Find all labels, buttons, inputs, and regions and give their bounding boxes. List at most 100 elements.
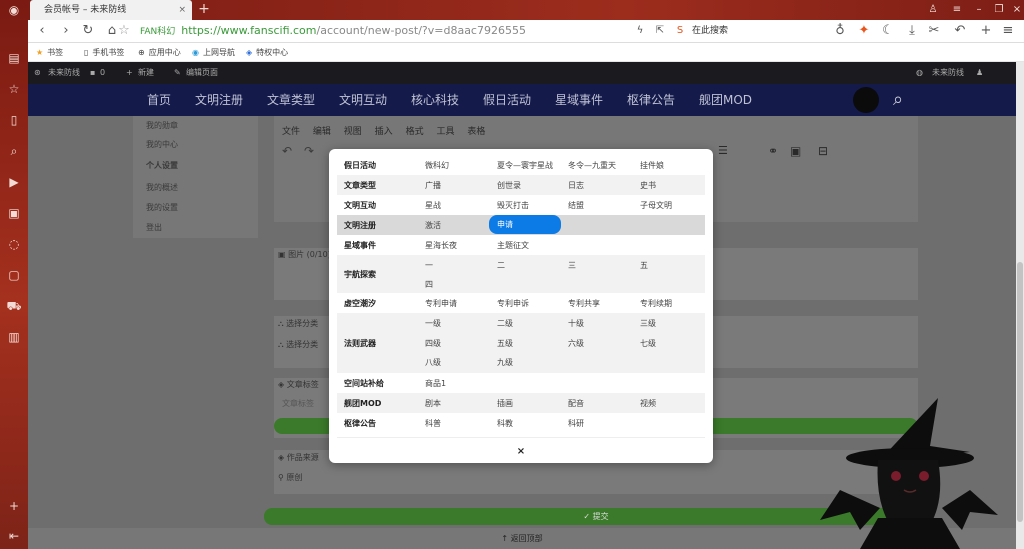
new-tab-button[interactable]: + <box>196 0 212 20</box>
game-icon[interactable]: ✦ <box>856 23 872 39</box>
nav-item[interactable]: 舰团MOD <box>699 84 752 116</box>
sidebar-item[interactable]: 我的设置 <box>146 202 178 213</box>
category-option[interactable]: 一级 <box>425 318 441 329</box>
menu-file[interactable]: 文件 <box>282 127 300 137</box>
window-close-icon[interactable]: × <box>1008 2 1024 18</box>
tag-input[interactable]: 文章标签 <box>282 398 314 409</box>
category-option[interactable]: 七级 <box>640 338 656 349</box>
category-option[interactable]: 科普 <box>425 418 441 429</box>
sidebar-item[interactable]: 我的概述 <box>146 182 178 193</box>
menu-format[interactable]: 格式 <box>406 127 424 137</box>
nav-item[interactable]: 假日活动 <box>483 84 531 116</box>
add-icon[interactable]: + <box>6 498 22 514</box>
category-option[interactable]: 三 <box>568 260 576 271</box>
box-icon[interactable]: ▢ <box>6 267 22 283</box>
category-option[interactable]: 视频 <box>640 398 656 409</box>
category-option[interactable]: 配音 <box>568 398 584 409</box>
category-option[interactable]: 专利共享 <box>568 298 600 309</box>
scrollbar-thumb[interactable] <box>1017 262 1023 522</box>
category-option[interactable]: 激活 <box>425 220 441 231</box>
category-option[interactable]: 科研 <box>568 418 584 429</box>
add-icon[interactable]: + <box>978 23 994 39</box>
nav-item[interactable]: 枢律公告 <box>627 84 675 116</box>
close-icon[interactable]: × <box>515 446 527 458</box>
avatar-icon[interactable]: ♟ <box>976 62 983 84</box>
category-option[interactable]: 挂件娘 <box>640 160 664 171</box>
bookmark-item[interactable]: ⊕ 应用中心 <box>138 43 181 62</box>
bookmark-item[interactable]: ▯ 手机书签 <box>84 43 124 62</box>
video-icon[interactable]: ▶ <box>6 174 22 190</box>
category-field[interactable]: ⛬ 选择分类 <box>278 339 318 350</box>
category-option[interactable]: 插画 <box>497 398 513 409</box>
browser-logo-icon[interactable]: ◉ <box>6 2 22 18</box>
share-icon[interactable]: ⇱ <box>652 23 668 39</box>
wp-edit-link[interactable]: 编辑页面 <box>186 62 218 84</box>
category-option[interactable]: 结盟 <box>568 200 584 211</box>
menu-icon[interactable]: ≡ <box>948 2 966 18</box>
comment-icon[interactable]: ▪ <box>90 62 95 84</box>
tab-close-icon[interactable]: × <box>178 0 186 20</box>
sidebar-item[interactable]: 个人设置 <box>146 160 178 171</box>
site-logo[interactable] <box>853 87 879 113</box>
nav-item[interactable]: 核心科技 <box>411 84 459 116</box>
category-option[interactable]: 夏令—寰宇星战 <box>497 160 553 171</box>
nav-item[interactable]: 文明互动 <box>339 84 387 116</box>
document-icon[interactable]: ▥ <box>6 329 22 345</box>
back-icon[interactable]: ‹ <box>34 23 50 39</box>
list-icon[interactable]: ☰ <box>718 144 728 157</box>
category-option[interactable]: 十级 <box>568 318 584 329</box>
menu-tools[interactable]: 工具 <box>436 127 454 137</box>
category-option[interactable]: 五 <box>640 260 648 271</box>
comment-count[interactable]: 0 <box>100 62 105 84</box>
search-icon[interactable]: ⌕ <box>6 143 22 159</box>
category-option[interactable]: 专利申请 <box>425 298 457 309</box>
sidebar-item[interactable]: 我的勋章 <box>146 120 178 131</box>
search-engine-icon[interactable]: S <box>672 23 688 39</box>
redo-icon[interactable]: ↷ <box>304 144 314 158</box>
wp-logo-icon[interactable]: ⊛ <box>34 62 41 84</box>
search-icon[interactable]: ⌕ <box>886 88 910 112</box>
nav-item[interactable]: 星域事件 <box>555 84 603 116</box>
scissors-icon[interactable]: ✂ <box>926 23 942 39</box>
cart-icon[interactable]: ⛟ <box>6 298 22 314</box>
live-icon[interactable]: ▣ <box>6 205 22 221</box>
category-option[interactable]: 八级 <box>425 357 441 368</box>
notes-icon[interactable]: ▤ <box>6 50 22 66</box>
category-option[interactable]: 主题征文 <box>497 240 529 251</box>
category-option[interactable]: 剧本 <box>425 398 441 409</box>
category-option[interactable]: 二 <box>497 260 505 271</box>
category-option[interactable]: 专利申诉 <box>497 298 529 309</box>
nav-item[interactable]: 文明注册 <box>195 84 243 116</box>
nav-item[interactable]: 文章类型 <box>267 84 315 116</box>
scrollbar[interactable] <box>1016 62 1024 549</box>
category-option[interactable]: 星战 <box>425 200 441 211</box>
sidebar-item[interactable]: 登出 <box>146 222 162 233</box>
menu-insert[interactable]: 插入 <box>375 127 393 137</box>
restore-icon[interactable]: ❐ <box>990 2 1008 18</box>
chat-icon[interactable]: ◌ <box>6 236 22 252</box>
category-option[interactable]: 广播 <box>425 180 441 191</box>
bulb-icon[interactable]: ♁ <box>832 23 848 39</box>
wp-site-name[interactable]: 未来防线 <box>48 62 80 84</box>
refresh-icon[interactable]: ↻ <box>80 23 96 39</box>
category-option[interactable]: 日志 <box>568 180 584 191</box>
category-option[interactable]: 微科幻 <box>425 160 449 171</box>
category-option[interactable]: 一 <box>425 260 433 271</box>
address-bar[interactable]: FAN科幻 https://www.fanscifi.com/account/ne… <box>136 23 656 39</box>
menu-view[interactable]: 视图 <box>344 127 362 137</box>
category-option[interactable]: 五级 <box>497 338 513 349</box>
category-option[interactable]: 三级 <box>640 318 656 329</box>
browser-tab[interactable]: 会员帐号 – 未来防线 × <box>30 0 192 20</box>
bookmark-item[interactable]: ◉ 上网导航 <box>192 43 235 62</box>
bookmark-star-icon[interactable]: ☆ <box>116 23 132 39</box>
menu-icon[interactable]: ≡ <box>1000 23 1016 39</box>
nav-item[interactable]: 首页 <box>147 84 171 116</box>
lightning-icon[interactable]: ϟ <box>632 23 648 39</box>
category-option-selected[interactable]: 申请 <box>489 215 561 234</box>
download-icon[interactable]: ⤓ <box>904 23 920 39</box>
collapse-icon[interactable]: ⇤ <box>6 528 22 544</box>
category-option[interactable]: 专利续期 <box>640 298 672 309</box>
menu-edit[interactable]: 编辑 <box>313 127 331 137</box>
star-icon[interactable]: ☆ <box>6 81 22 97</box>
wp-new-link[interactable]: 新建 <box>138 62 154 84</box>
